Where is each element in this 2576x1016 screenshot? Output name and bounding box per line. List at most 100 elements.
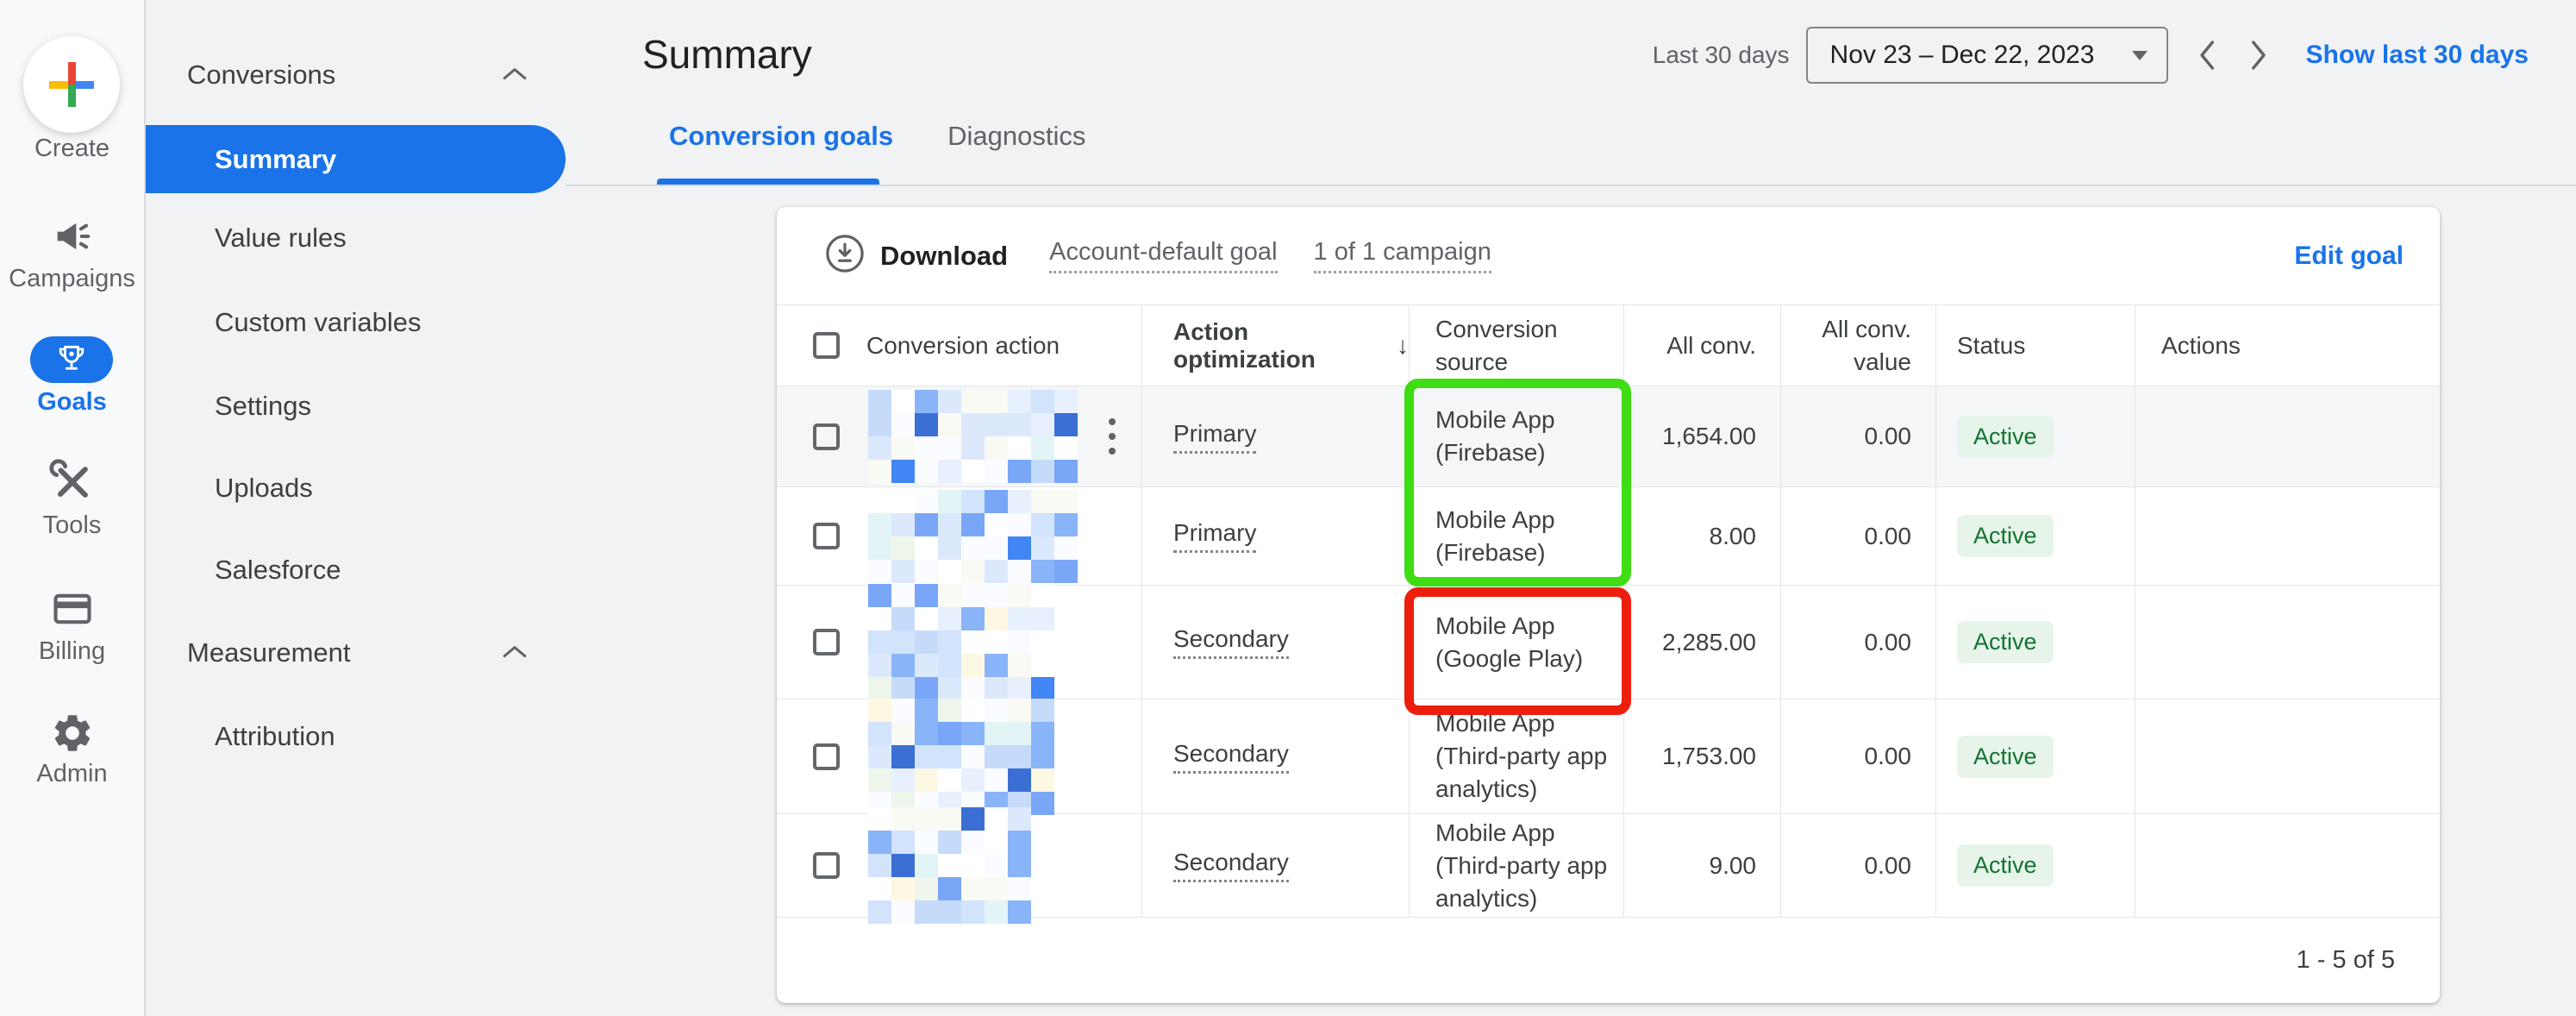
conversion-source-value: Mobile App (Firebase) bbox=[1435, 406, 1555, 466]
table-body: Primary Mobile App (Firebase) 1,654.00 0.00… bbox=[777, 386, 2440, 924]
nav-item-custom-variables[interactable]: Custom variables bbox=[215, 303, 421, 342]
icon-rail: Create Campaigns Goals Tools Billing Adm… bbox=[0, 0, 144, 1016]
all-conv-value-value: 0.00 bbox=[1864, 628, 1912, 655]
nav-item-value-rules[interactable]: Value rules bbox=[215, 218, 347, 258]
create-label: Create bbox=[34, 135, 110, 162]
goals-label: Goals bbox=[37, 388, 107, 416]
actions-cell bbox=[2135, 386, 2440, 486]
conversions-nav: Conversions Summary Value rules Custom v… bbox=[146, 0, 566, 1016]
all-conv-value: 9.00 bbox=[1709, 851, 1757, 879]
sidebar-item-tools[interactable]: Tools bbox=[0, 459, 144, 540]
nav-item-summary-selected[interactable]: Summary bbox=[146, 125, 566, 193]
all-conv-value-value: 0.00 bbox=[1864, 851, 1912, 879]
main-header: Summary Last 30 days Nov 23 – Dec 22, 20… bbox=[566, 0, 2576, 186]
actions-cell bbox=[2135, 586, 2440, 699]
all-conv-value: 1,753.00 bbox=[1662, 743, 1756, 769]
nav-section-measurement[interactable]: Measurement bbox=[187, 633, 351, 673]
table-row: Primary Mobile App (Firebase) 8.00 0.00 Acti… bbox=[777, 487, 2440, 586]
previous-period-button[interactable] bbox=[2187, 29, 2227, 81]
sidebar-item-goals[interactable] bbox=[30, 336, 113, 383]
nav-item-settings[interactable]: Settings bbox=[215, 386, 311, 426]
date-range-dropdown[interactable]: Nov 23 – Dec 22, 2023 bbox=[1805, 27, 2168, 84]
action-optimization-value[interactable]: Primary bbox=[1173, 519, 1257, 553]
status-badge: Active bbox=[1957, 735, 2054, 778]
show-last-30-days-link[interactable]: Show last 30 days bbox=[2306, 41, 2529, 70]
tools-icon bbox=[48, 459, 96, 510]
actions-cell bbox=[2135, 699, 2440, 813]
edit-goal-link[interactable]: Edit goal bbox=[2294, 241, 2404, 271]
column-header-actions: Actions bbox=[2161, 331, 2241, 359]
actions-cell bbox=[2135, 814, 2440, 917]
table-toolbar: Download Account-default goal 1 of 1 cam… bbox=[777, 207, 2440, 304]
date-preset-label: Last 30 days bbox=[1652, 41, 1790, 68]
action-optimization-value[interactable]: Secondary bbox=[1173, 849, 1289, 882]
download-button[interactable]: Download bbox=[880, 241, 1008, 272]
caret-down-icon bbox=[2131, 50, 2148, 60]
action-optimization-value[interactable]: Secondary bbox=[1173, 625, 1289, 659]
row-checkbox[interactable] bbox=[813, 629, 840, 655]
status-badge: Active bbox=[1957, 621, 2054, 663]
kebab-menu-icon[interactable] bbox=[1109, 418, 1116, 455]
action-optimization-value[interactable]: Primary bbox=[1173, 420, 1257, 454]
table-row: Primary Mobile App (Firebase) 1,654.00 0.00… bbox=[777, 386, 2440, 487]
column-header-conversion-source[interactable]: Conversion source bbox=[1410, 305, 1624, 386]
next-period-button[interactable] bbox=[2239, 29, 2279, 81]
redacted-conversion-action bbox=[868, 584, 1054, 700]
table-row: Secondary Mobile App (Google Play) 2,285.0… bbox=[777, 584, 2440, 700]
select-all-checkbox[interactable] bbox=[813, 332, 840, 359]
active-tab-underline bbox=[657, 179, 879, 185]
conversion-actions-card: Download Account-default goal 1 of 1 cam… bbox=[777, 207, 2440, 1003]
sort-descending-icon: ↓ bbox=[1397, 331, 1409, 359]
redacted-conversion-action bbox=[868, 807, 1031, 924]
account-default-goal-chip[interactable]: Account-default goal bbox=[1049, 238, 1278, 273]
nav-section-conversions[interactable]: Conversions bbox=[187, 55, 335, 95]
credit-card-icon bbox=[50, 586, 95, 636]
row-checkbox[interactable] bbox=[813, 423, 840, 450]
column-header-status[interactable]: Status bbox=[1936, 305, 2135, 386]
date-controls: Last 30 days Nov 23 – Dec 22, 2023 Show … bbox=[1653, 26, 2529, 85]
nav-item-attribution[interactable]: Attribution bbox=[215, 717, 335, 756]
sidebar-item-billing[interactable]: Billing bbox=[0, 586, 144, 666]
table-footer: 1 - 5 of 5 bbox=[777, 918, 2440, 1003]
nav-item-salesforce[interactable]: Salesforce bbox=[215, 550, 341, 590]
campaign-scope-chip[interactable]: 1 of 1 campaign bbox=[1313, 238, 1491, 273]
conversion-source-value: Mobile App (Google Play) bbox=[1435, 611, 1584, 672]
tab-bar: Conversion goals Diagnostics bbox=[669, 121, 1085, 152]
actions-cell bbox=[2135, 487, 2440, 585]
conversion-source-value: Mobile App (Firebase) bbox=[1435, 505, 1555, 566]
chevron-up-icon[interactable] bbox=[502, 66, 528, 85]
all-conv-value-value: 0.00 bbox=[1864, 522, 1912, 549]
gear-icon bbox=[50, 711, 95, 760]
conversion-source-value: Mobile App (Third-party app analytics) bbox=[1435, 710, 1608, 802]
download-icon[interactable] bbox=[825, 234, 865, 278]
all-conv-value: 2,285.00 bbox=[1662, 628, 1756, 655]
column-header-all-conv[interactable]: All conv. bbox=[1624, 305, 1781, 386]
megaphone-icon bbox=[50, 214, 95, 263]
status-badge: Active bbox=[1957, 415, 2054, 458]
row-checkbox[interactable] bbox=[813, 523, 840, 549]
trophy-icon bbox=[55, 342, 88, 379]
table-row: Secondary Mobile App (Third-party app ana… bbox=[777, 807, 2440, 924]
tab-diagnostics[interactable]: Diagnostics bbox=[947, 121, 1085, 152]
sidebar-item-campaigns[interactable]: Campaigns bbox=[0, 214, 144, 293]
all-conv-value-value: 0.00 bbox=[1864, 743, 1912, 769]
row-checkbox[interactable] bbox=[813, 743, 840, 770]
tab-conversion-goals[interactable]: Conversion goals bbox=[669, 121, 893, 152]
redacted-conversion-action bbox=[868, 698, 1054, 815]
date-range-value: Nov 23 – Dec 22, 2023 bbox=[1829, 41, 2095, 69]
all-conv-value: 8.00 bbox=[1709, 522, 1757, 549]
create-button[interactable] bbox=[23, 36, 120, 133]
redacted-conversion-action bbox=[868, 390, 1078, 483]
pagination-label: 1 - 5 of 5 bbox=[2296, 946, 2395, 974]
action-optimization-value[interactable]: Secondary bbox=[1173, 740, 1289, 774]
table-header-row: Conversion action Action optimization ↓ C… bbox=[777, 304, 2440, 386]
column-header-conversion-action[interactable]: Conversion action bbox=[777, 305, 1142, 386]
sidebar-item-admin[interactable]: Admin bbox=[0, 711, 144, 788]
header-divider bbox=[566, 185, 2576, 186]
column-header-all-conv-value[interactable]: All conv. value bbox=[1781, 305, 1936, 386]
google-plus-icon bbox=[49, 62, 94, 107]
chevron-up-icon[interactable] bbox=[502, 643, 528, 663]
nav-item-uploads[interactable]: Uploads bbox=[215, 468, 313, 508]
row-checkbox[interactable] bbox=[813, 852, 840, 879]
column-header-action-optimization[interactable]: Action optimization ↓ bbox=[1142, 305, 1410, 386]
